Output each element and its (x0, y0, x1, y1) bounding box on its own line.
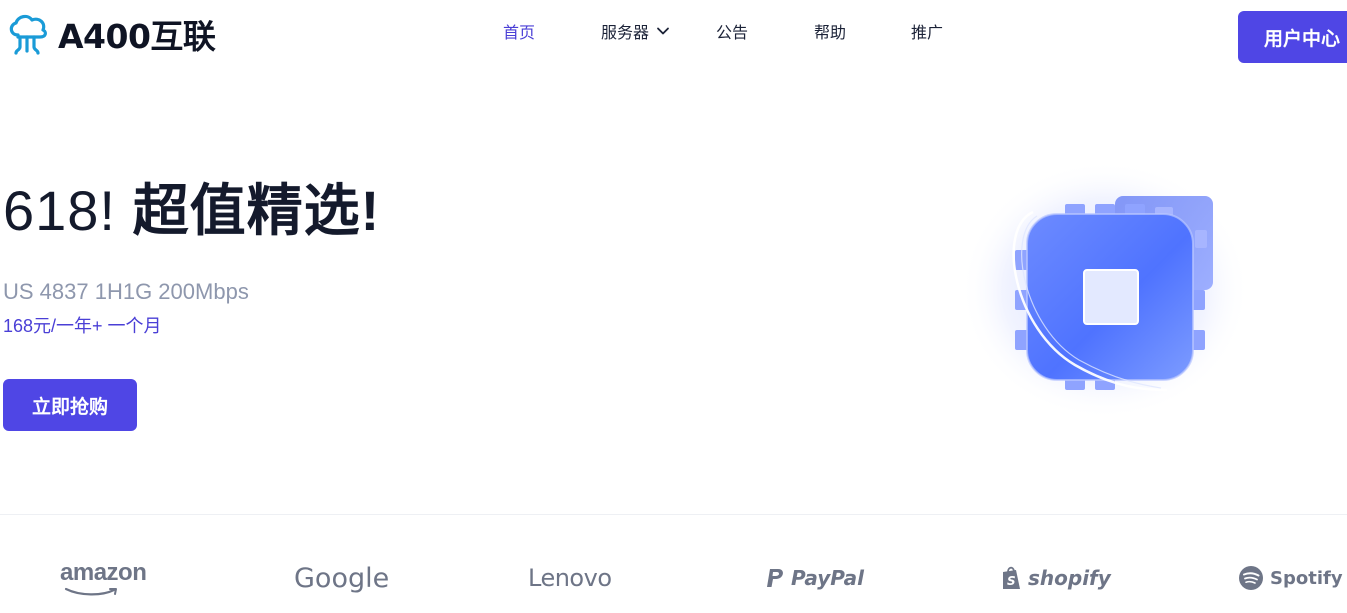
nav-item-label: 服务器 (601, 25, 650, 42)
logo[interactable]: A400互联 (6, 10, 216, 58)
nav-item-label: 帮助 (814, 25, 847, 42)
user-center-button[interactable]: 用户中心 (1238, 11, 1347, 63)
paypal-logo: PayPal (765, 548, 864, 608)
site-header: A400互联 首页 服务器 公告 帮助 推广 用户中心 (0, 0, 1347, 70)
hero-title-text: 超值精选! (132, 179, 381, 242)
nav-item-announcements[interactable]: 公告 (716, 19, 748, 43)
nav-item-promotion[interactable]: 推广 (911, 19, 943, 43)
spotify-logo: Spotify (1238, 548, 1343, 608)
hero-spec: US 4837 1H1G 200Mbps (3, 279, 249, 304)
chip-illustration (960, 160, 1250, 420)
nav-item-label: 推广 (911, 25, 944, 42)
hero-price: 168元/一年+ 一个月 (3, 316, 162, 336)
partner-logos: amazon Google Lenovo PayPal S shopify Sp… (0, 548, 1347, 608)
nav-item-label: 首页 (503, 25, 536, 42)
hero-title: 618! 超值精选! (3, 166, 380, 247)
brand-name: Spotify (1270, 567, 1343, 589)
chevron-down-icon (657, 27, 669, 35)
spotify-circle-icon (1239, 566, 1263, 590)
nav-item-label: 公告 (716, 25, 749, 42)
brand-name: Google (294, 562, 390, 594)
buy-now-button[interactable]: 立即抢购 (3, 379, 137, 431)
shopify-bag-icon: S (1003, 566, 1020, 589)
amazon-smile-icon (64, 587, 117, 596)
amazon-logo: amazon (60, 548, 147, 608)
hero-title-number: 618! (3, 179, 116, 242)
google-logo: Google (294, 548, 389, 608)
brand-name: PayPal (791, 566, 865, 590)
brand-name: amazon (60, 559, 147, 586)
nav-item-servers[interactable]: 服务器 (601, 19, 671, 43)
brand-name: Lenovo (528, 564, 612, 592)
brand-name: shopify (1028, 566, 1111, 590)
logo-text: A400互联 (58, 17, 216, 56)
lenovo-logo: Lenovo (528, 548, 612, 608)
svg-text:S: S (1007, 574, 1016, 588)
cloud-logo-icon (9, 14, 47, 55)
paypal-p-icon (767, 569, 783, 587)
section-divider (0, 514, 1347, 515)
shopify-logo: S shopify (1000, 548, 1111, 608)
nav-item-home[interactable]: 首页 (503, 19, 535, 43)
nav-item-help[interactable]: 帮助 (814, 19, 846, 43)
